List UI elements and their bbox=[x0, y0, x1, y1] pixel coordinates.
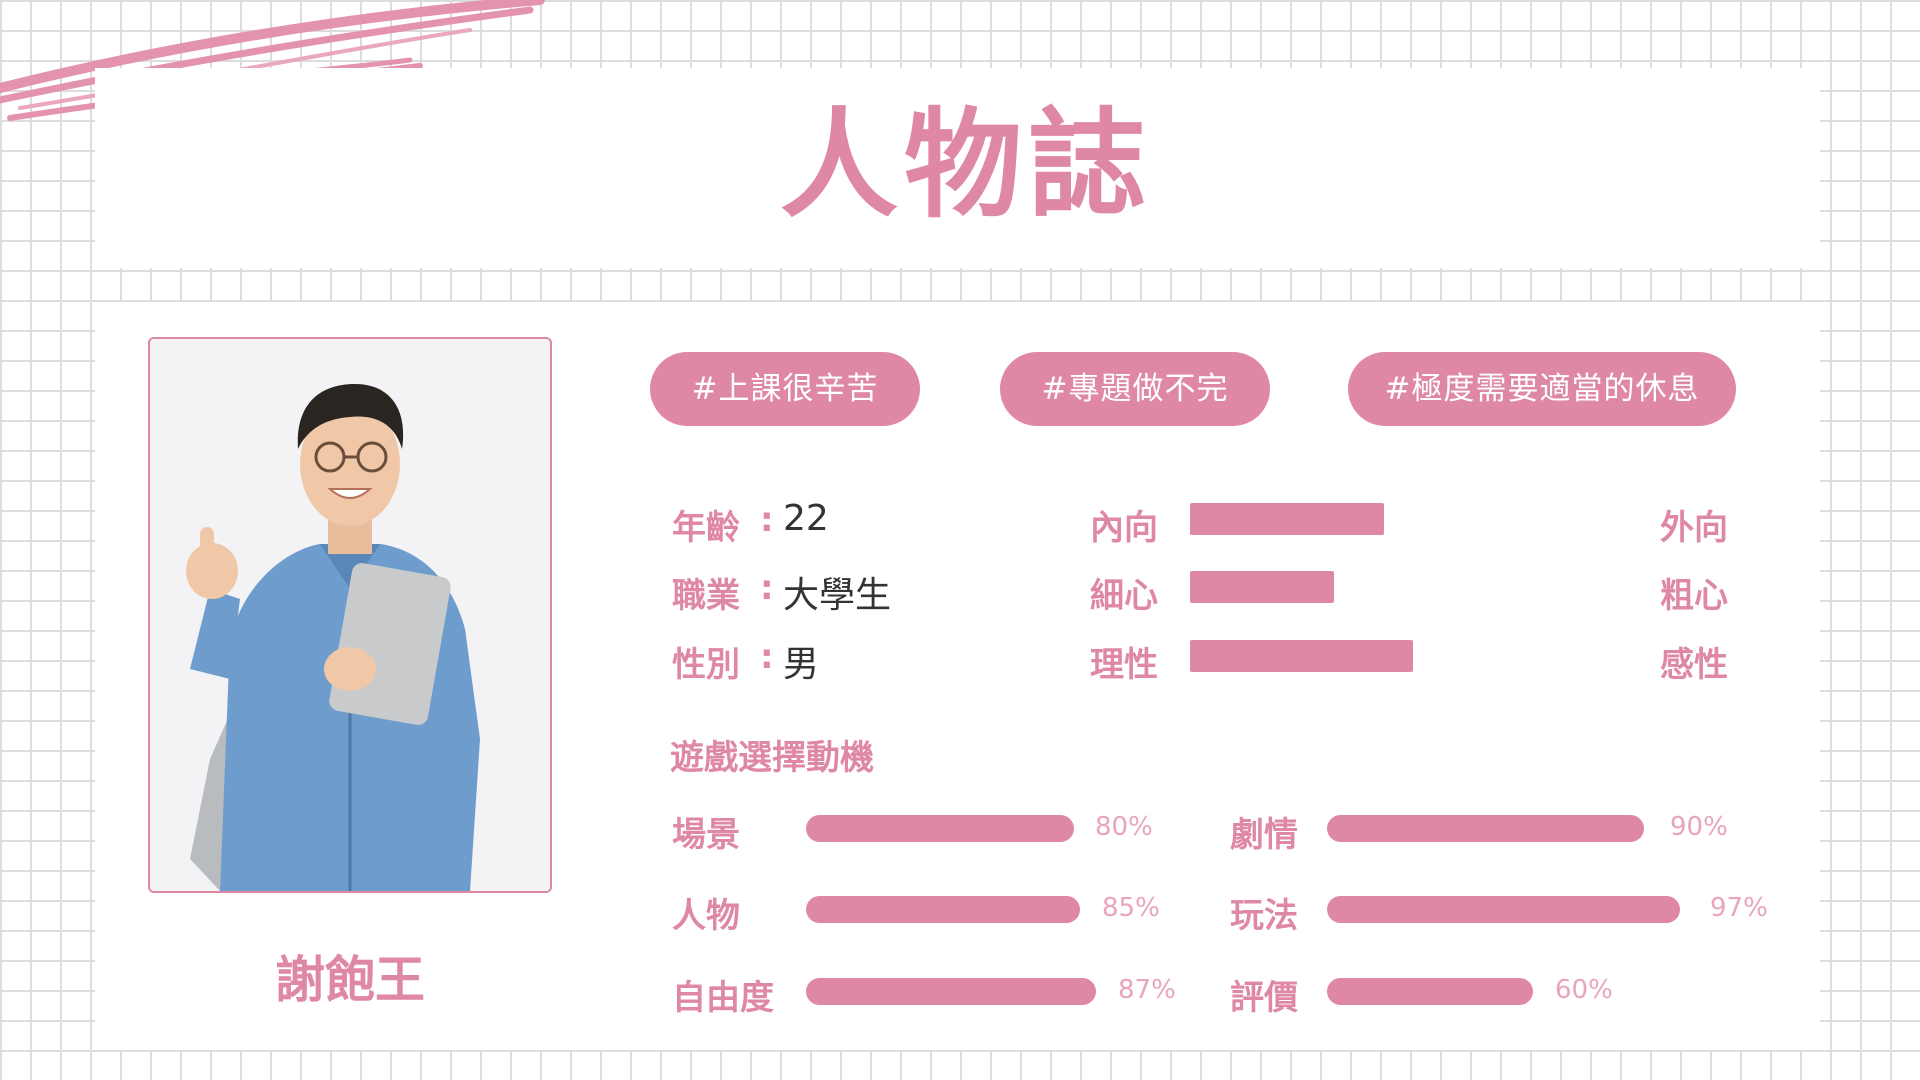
motivation-freedom-label: 自由度 bbox=[672, 978, 774, 1018]
age-label: 年齡 bbox=[672, 508, 740, 548]
gender-colon: : bbox=[760, 637, 774, 677]
trait-careful-label: 細心 bbox=[1090, 576, 1158, 616]
trait-careful-careless-bar bbox=[1190, 571, 1334, 603]
trait-introvert-extrovert-bar bbox=[1190, 503, 1384, 535]
occupation-value: 大學生 bbox=[783, 575, 892, 616]
motivation-scene-bar bbox=[806, 815, 1074, 842]
motivation-story-value: 90% bbox=[1670, 812, 1728, 842]
trait-rational-emotional-bar bbox=[1190, 640, 1413, 672]
age-colon: : bbox=[760, 500, 774, 540]
occupation-colon: : bbox=[760, 568, 774, 608]
motivation-rating-label: 評價 bbox=[1230, 978, 1298, 1018]
motivation-character-label: 人物 bbox=[672, 896, 740, 936]
occupation-label: 職業 bbox=[672, 576, 740, 616]
motivation-rating-value: 60% bbox=[1555, 975, 1613, 1005]
motivation-rating-bar bbox=[1327, 978, 1533, 1005]
tag-pill: #上課很辛苦 bbox=[650, 352, 920, 426]
motivation-character-bar bbox=[806, 896, 1080, 923]
motivation-gameplay-bar bbox=[1327, 896, 1680, 923]
page-title: 人物誌 bbox=[780, 96, 1153, 234]
gender-value: 男 bbox=[783, 644, 820, 685]
trait-introvert-label: 內向 bbox=[1090, 508, 1158, 548]
motivation-freedom-value: 87% bbox=[1118, 975, 1176, 1005]
motivation-title: 遊戲選擇動機 bbox=[670, 738, 874, 778]
trait-extrovert-label: 外向 bbox=[1660, 508, 1728, 548]
motivation-character-value: 85% bbox=[1102, 893, 1160, 923]
profile-photo bbox=[148, 337, 552, 893]
age-value: 22 bbox=[783, 498, 829, 539]
motivation-story-label: 劇情 bbox=[1230, 815, 1298, 855]
motivation-scene-value: 80% bbox=[1095, 812, 1153, 842]
motivation-story-bar bbox=[1327, 815, 1644, 842]
gender-label: 性別 bbox=[672, 645, 740, 685]
motivation-scene-label: 場景 bbox=[672, 815, 740, 855]
motivation-gameplay-value: 97% bbox=[1710, 893, 1768, 923]
motivation-gameplay-label: 玩法 bbox=[1230, 896, 1298, 936]
tag-pill: #專題做不完 bbox=[1000, 352, 1270, 426]
tag-pill: #極度需要適當的休息 bbox=[1348, 352, 1736, 426]
person-illustration bbox=[150, 339, 550, 891]
trait-careless-label: 粗心 bbox=[1660, 576, 1728, 616]
trait-rational-label: 理性 bbox=[1090, 645, 1158, 685]
motivation-freedom-bar bbox=[806, 978, 1096, 1005]
person-name: 謝飽王 bbox=[275, 951, 425, 1009]
trait-emotional-label: 感性 bbox=[1660, 645, 1728, 685]
